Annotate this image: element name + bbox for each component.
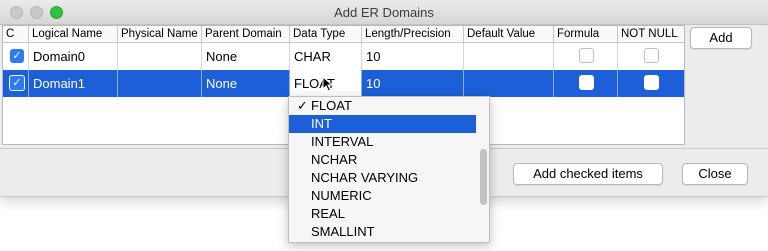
close-button[interactable]: Close [682,163,748,185]
header-formula[interactable]: Formula [554,26,618,42]
formula-cell [554,43,618,70]
table-row-selected[interactable]: ✓ Domain1 None FLOAT 10 [3,70,684,97]
dropdown-item-label: REAL [311,206,345,221]
header-parent-domain[interactable]: Parent Domain [202,26,290,42]
parent-domain-cell[interactable]: None [202,43,290,70]
dropdown-item[interactable]: INTERVAL [289,133,476,151]
table-header: C Logical Name Physical Name Parent Doma… [3,26,684,43]
checkmark-icon: ✓ [297,98,308,113]
dropdown-item[interactable]: REAL [289,205,476,223]
not-null-cell [618,43,684,70]
dropdown-item[interactable]: SMALLINT [289,223,476,241]
header-length-precision[interactable]: Length/Precision [362,26,464,42]
header-not-null[interactable]: NOT NULL [618,26,684,42]
row-checkbox[interactable]: ✓ [10,49,24,63]
logical-name-cell[interactable]: Domain0 [29,43,118,70]
length-cell[interactable]: 10 [362,43,464,70]
dropdown-item-label: FLOAT [311,98,352,113]
dropdown-item-label: NCHAR VARYING [311,170,419,185]
window-title: Add ER Domains [334,5,434,20]
dropdown-scrollbar-thumb[interactable] [480,149,487,205]
data-type-cell[interactable]: CHAR [290,43,362,70]
physical-name-cell[interactable] [118,43,202,70]
dropdown-item-label: INT [311,116,332,131]
add-button[interactable]: Add [690,27,752,49]
dropdown-item-selected[interactable]: ✓ FLOAT [289,97,476,115]
not-null-checkbox[interactable] [644,48,659,63]
row-checkbox-cell: ✓ [3,70,29,97]
dropdown-item[interactable]: NCHAR VARYING [289,169,476,187]
formula-checkbox[interactable] [579,48,594,63]
row-checkbox-cell: ✓ [3,43,29,70]
header-logical-name[interactable]: Logical Name [29,26,118,42]
dropdown-item[interactable]: NUMERIC [289,187,476,205]
length-cell[interactable]: 10 [362,70,464,97]
not-null-checkbox[interactable] [644,75,659,90]
dropdown-item-label: NUMERIC [311,188,372,203]
dropdown-item-label: SMALLINT [311,224,375,239]
add-checked-items-button[interactable]: Add checked items [513,163,663,185]
title-bar: Add ER Domains [0,0,768,25]
dropdown-item[interactable]: NCHAR [289,151,476,169]
dropdown-item-highlighted[interactable]: INT [289,115,476,133]
mouse-cursor-icon [322,76,334,92]
not-null-cell [618,70,684,97]
dropdown-scrollbar[interactable] [477,97,489,242]
parent-domain-cell[interactable]: None [202,70,290,97]
logical-name-cell[interactable]: Domain1 [29,70,118,97]
dropdown-item-label: NCHAR [311,152,358,167]
formula-cell [554,70,618,97]
header-physical-name[interactable]: Physical Name [118,26,202,42]
table-row[interactable]: ✓ Domain0 None CHAR 10 [3,43,684,70]
physical-name-cell[interactable] [118,70,202,97]
default-value-cell[interactable] [464,43,554,70]
row-checkbox[interactable]: ✓ [9,75,25,91]
header-data-type[interactable]: Data Type [290,26,362,42]
header-default-value[interactable]: Default Value [464,26,554,42]
formula-checkbox[interactable] [579,75,594,90]
default-value-cell[interactable] [464,70,554,97]
header-checked[interactable]: C [3,26,29,42]
dropdown-item-label: INTERVAL [311,134,374,149]
data-type-dropdown-list[interactable]: ✓ FLOAT INT INTERVAL NCHAR NCHAR VARYING… [288,96,490,243]
